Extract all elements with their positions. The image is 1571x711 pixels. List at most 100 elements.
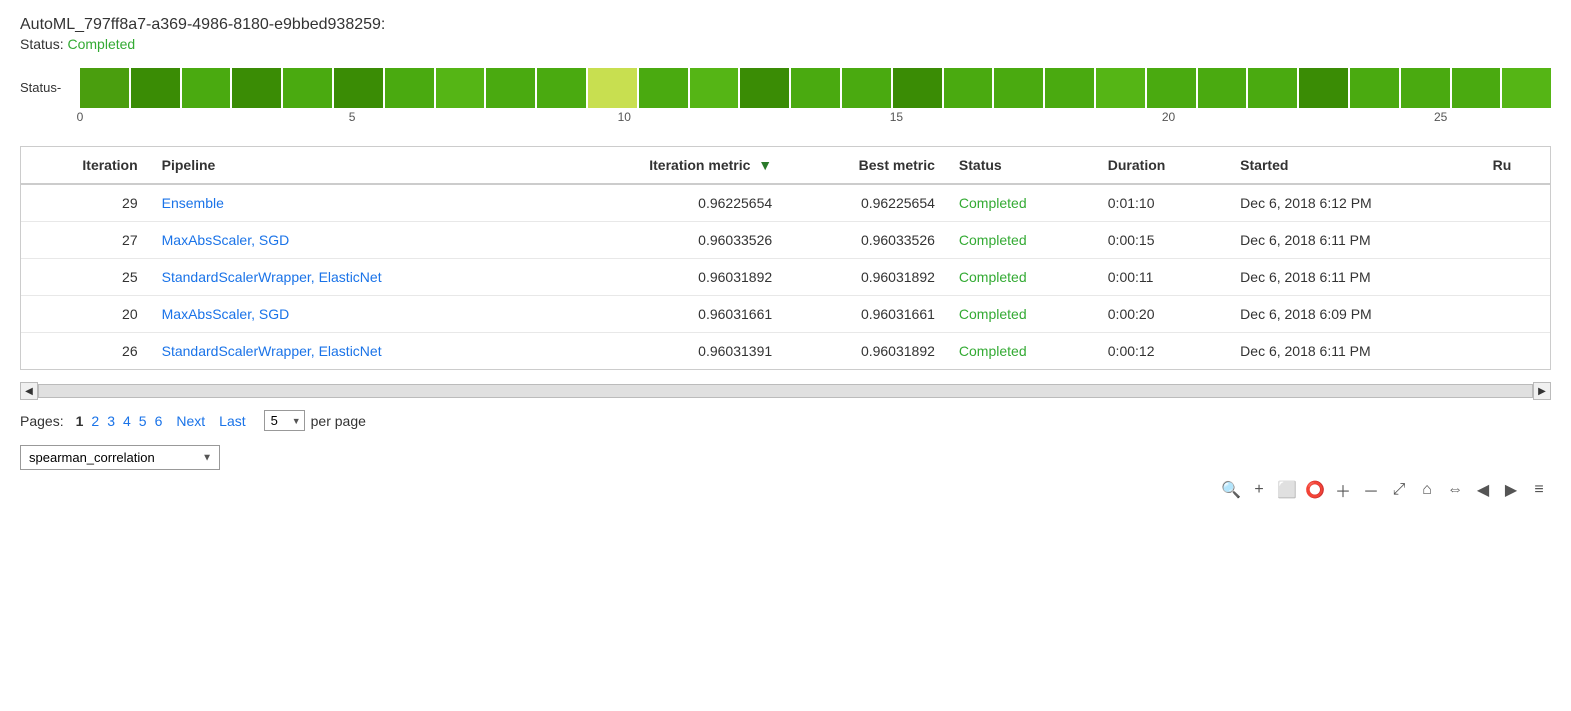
status-badge-3: Completed: [959, 306, 1027, 322]
forward-icon[interactable]: ▶: [1499, 478, 1523, 502]
cell-started-4: Dec 6, 2018 6:11 PM: [1228, 333, 1480, 370]
select-rect-icon[interactable]: ⬜: [1275, 478, 1299, 502]
per-page-label: per page: [311, 413, 366, 429]
col-header-iteration: Iteration: [21, 147, 150, 184]
table-row: 20 MaxAbsScaler, SGD 0.960316610.96031661 C…: [21, 296, 1550, 333]
pipeline-link-4[interactable]: StandardScalerWrapper, ElasticNet: [162, 343, 382, 359]
bar-segment-11: [639, 68, 688, 108]
cell-iteration_metric-3: 0.96031661: [546, 296, 784, 333]
resize-icon[interactable]: ⇔: [1443, 478, 1467, 502]
bar-segment-21: [1147, 68, 1196, 108]
bar-segment-8: [486, 68, 535, 108]
cell-pipeline-0[interactable]: Ensemble: [150, 184, 546, 222]
table-body: 29Ensemble0.962256540.96225654Completed0…: [21, 184, 1550, 369]
table-row: 25StandardScalerWrapper, ElasticNet0.960…: [21, 259, 1550, 296]
per-page-select[interactable]: 5102050: [264, 410, 305, 431]
cell-pipeline-1[interactable]: MaxAbsScaler, SGD: [150, 222, 546, 259]
zoom-in-icon[interactable]: ＋: [1331, 478, 1355, 502]
status-badge-2: Completed: [959, 269, 1027, 285]
bar-segment-7: [436, 68, 485, 108]
status-value: Completed: [67, 36, 135, 52]
expand-icon[interactable]: ⤢: [1387, 478, 1411, 502]
scroll-left-button[interactable]: ◀: [20, 382, 38, 400]
page-num-2[interactable]: 2: [87, 411, 103, 431]
pipeline-link-3[interactable]: MaxAbsScaler, SGD: [162, 306, 290, 322]
last-page-link[interactable]: Last: [215, 411, 249, 431]
results-table-wrapper: IterationPipelineIteration metric ▼Best …: [20, 146, 1551, 370]
cell-best_metric-2: 0.96031892: [784, 259, 947, 296]
cell-run_id-4: [1481, 333, 1550, 370]
axis-tick-10: 10: [618, 110, 631, 124]
lasso-icon[interactable]: ⭕: [1303, 478, 1327, 502]
cell-run_id-1: [1481, 222, 1550, 259]
menu-icon[interactable]: ≡: [1527, 478, 1551, 502]
metric-dropdown-container: spearman_correlationaccuracyAUCf1_scorep…: [20, 445, 1551, 470]
home-icon[interactable]: ⌂: [1415, 478, 1439, 502]
cell-best_metric-3: 0.96031661: [784, 296, 947, 333]
status-line: Status: Completed: [20, 36, 1551, 52]
scroll-right-button[interactable]: ▶: [1533, 382, 1551, 400]
plus-icon[interactable]: +: [1247, 478, 1271, 502]
bottom-toolbar: 🔍+⬜⭕＋－⤢⌂⇔◀▶≡: [20, 478, 1551, 502]
pagination: Pages: 123456 Next Last 5102050 per page: [20, 410, 1551, 431]
page-num-6[interactable]: 6: [151, 411, 167, 431]
cell-status-3: Completed: [947, 296, 1096, 333]
cell-duration-2: 0:00:11: [1096, 259, 1228, 296]
bar-segment-4: [283, 68, 332, 108]
chart-label: Status-: [20, 80, 61, 95]
cell-pipeline-4[interactable]: StandardScalerWrapper, ElasticNet: [150, 333, 546, 370]
cell-status-2: Completed: [947, 259, 1096, 296]
page-numbers: 123456: [72, 413, 167, 429]
cell-pipeline-2[interactable]: StandardScalerWrapper, ElasticNet: [150, 259, 546, 296]
bar-segment-27: [1452, 68, 1501, 108]
bar-segment-24: [1299, 68, 1348, 108]
cell-iteration-3: 20: [21, 296, 150, 333]
page-num-3[interactable]: 3: [103, 411, 119, 431]
bar-segment-13: [740, 68, 789, 108]
cell-started-2: Dec 6, 2018 6:11 PM: [1228, 259, 1480, 296]
col-header-best_metric: Best metric: [784, 147, 947, 184]
zoom-out-icon[interactable]: －: [1359, 478, 1383, 502]
cell-iteration-0: 29: [21, 184, 150, 222]
sort-arrow-icon: ▼: [754, 157, 772, 173]
bar-segment-23: [1248, 68, 1297, 108]
pipeline-link-1[interactable]: MaxAbsScaler, SGD: [162, 232, 290, 248]
pipeline-link-2[interactable]: StandardScalerWrapper, ElasticNet: [162, 269, 382, 285]
table-header: IterationPipelineIteration metric ▼Best …: [21, 147, 1550, 184]
bar-segment-6: [385, 68, 434, 108]
metric-select[interactable]: spearman_correlationaccuracyAUCf1_scorep…: [20, 445, 220, 470]
bar-segment-20: [1096, 68, 1145, 108]
table-row: 26StandardScalerWrapper, ElasticNet0.960…: [21, 333, 1550, 370]
bar-segment-26: [1401, 68, 1450, 108]
back-icon[interactable]: ◀: [1471, 478, 1495, 502]
bar-segment-9: [537, 68, 586, 108]
bar-segment-17: [944, 68, 993, 108]
axis-tick-20: 20: [1162, 110, 1175, 124]
page-num-4[interactable]: 4: [119, 411, 135, 431]
axis-tick-0: 0: [77, 110, 84, 124]
cell-run_id-3: [1481, 296, 1550, 333]
cell-status-0: Completed: [947, 184, 1096, 222]
col-header-duration: Duration: [1096, 147, 1228, 184]
next-page-link[interactable]: Next: [172, 411, 209, 431]
cell-best_metric-0: 0.96225654: [784, 184, 947, 222]
status-badge-0: Completed: [959, 195, 1027, 211]
bar-segment-19: [1045, 68, 1094, 108]
pipeline-link-0[interactable]: Ensemble: [162, 195, 224, 211]
page-title: AutoML_797ff8a7-a369-4986-8180-e9bbed938…: [20, 16, 1551, 34]
pages-label: Pages:: [20, 413, 64, 429]
page-num-1[interactable]: 1: [72, 411, 88, 431]
col-header-run_id: Ru: [1481, 147, 1550, 184]
bar-segment-28: [1502, 68, 1551, 108]
chart-container: Status- 0510152025: [20, 68, 1551, 130]
scrollbar-track[interactable]: [38, 384, 1533, 398]
cell-duration-1: 0:00:15: [1096, 222, 1228, 259]
bar-segment-5: [334, 68, 383, 108]
cell-pipeline-3[interactable]: MaxAbsScaler, SGD: [150, 296, 546, 333]
zoom-icon[interactable]: 🔍: [1219, 478, 1243, 502]
bar-segment-3: [232, 68, 281, 108]
page-num-5[interactable]: 5: [135, 411, 151, 431]
bar-segment-14: [791, 68, 840, 108]
col-header-iteration_metric[interactable]: Iteration metric ▼: [546, 147, 784, 184]
cell-duration-4: 0:00:12: [1096, 333, 1228, 370]
